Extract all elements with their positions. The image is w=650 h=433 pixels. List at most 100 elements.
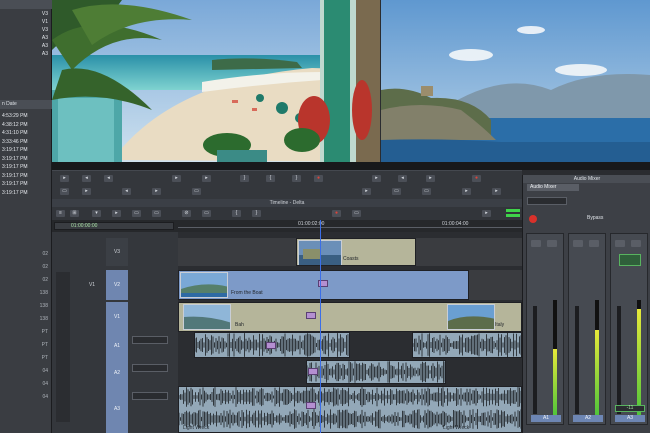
bin-number-row[interactable]: 04	[0, 367, 52, 375]
bin-date-row[interactable]: 4:31:10 PM	[0, 129, 52, 137]
track-label-v2[interactable]: V2	[106, 270, 128, 300]
clear-marks-button[interactable]: ▭	[60, 188, 69, 195]
tool-trim-button[interactable]: ⊘	[182, 210, 191, 217]
clip-v1[interactable]: Bah Italy	[178, 302, 522, 332]
go-out-button[interactable]: }	[292, 175, 301, 182]
tool-record-button[interactable]: ●	[332, 210, 341, 217]
record-monitor[interactable]	[381, 0, 650, 162]
tool-extract-button[interactable]: ▭	[152, 210, 161, 217]
clip-v3[interactable]: Coasts	[296, 238, 416, 266]
solo-button-a2[interactable]	[589, 240, 599, 247]
record-button[interactable]: ●	[314, 175, 323, 182]
tool-mark-out-button[interactable]: }	[252, 210, 261, 217]
fader-track-a2[interactable]	[575, 306, 579, 414]
a2-volume-box[interactable]	[132, 364, 168, 372]
mixer-tab[interactable]: Audio Mixer	[527, 184, 579, 191]
locator-marker-a3[interactable]	[306, 402, 316, 409]
pan-knob-a1[interactable]	[531, 240, 541, 247]
fader-track-a3[interactable]	[617, 306, 621, 414]
bin-number-row[interactable]: 138	[0, 302, 52, 310]
play-reverse-button[interactable]: ◂	[104, 175, 113, 182]
bin-row[interactable]: V3	[0, 26, 52, 34]
mark-out-button[interactable]: }	[240, 175, 249, 182]
bin-date-row[interactable]: 3:19:17 PM	[0, 155, 52, 163]
locator-marker-a2[interactable]	[308, 368, 318, 375]
segment-button[interactable]: ▭	[392, 188, 401, 195]
bin-number-row[interactable]: 02	[0, 276, 52, 284]
position-bar[interactable]	[52, 162, 650, 170]
record-dot-icon[interactable]	[529, 215, 537, 223]
render-button[interactable]: ▸	[462, 188, 471, 195]
bin-number-row[interactable]: 02	[0, 263, 52, 271]
bin-number-row[interactable]: PT	[0, 341, 52, 349]
tool-select-button[interactable]: ▸	[112, 210, 121, 217]
tool-lift-button[interactable]: ▭	[132, 210, 141, 217]
timecode-ruler[interactable]: 01:00:00:00 01:00:02:00 01:00:04:00	[52, 220, 522, 232]
bin-date-row[interactable]: 3:19:17 PM	[0, 172, 52, 180]
a1-volume-box[interactable]	[132, 336, 168, 344]
playhead[interactable]	[320, 220, 321, 433]
splice-button[interactable]: ▸	[372, 175, 381, 182]
timeline-tracks[interactable]: V3 V2 V1 V1 A1 A2 A3 Coasts From the Boa…	[52, 220, 522, 433]
play-button[interactable]: ▸	[172, 175, 181, 182]
track-label-v3[interactable]: V3	[106, 238, 128, 266]
track-label-v1[interactable]: V1	[106, 302, 128, 332]
trim-button[interactable]: ▸	[82, 188, 91, 195]
bin-date-row[interactable]: 3:33:46 PM	[0, 138, 52, 146]
bin-row[interactable]: V1	[0, 18, 52, 26]
track-view-button[interactable]: ≡	[56, 210, 65, 217]
zoom-button[interactable]: ⊞	[70, 210, 79, 217]
solo-button-a3[interactable]	[631, 240, 641, 247]
bypass-label[interactable]: Bypass	[587, 215, 603, 221]
next-edit-button[interactable]: ▸	[152, 188, 161, 195]
pan-knob-a3[interactable]	[615, 240, 625, 247]
bin-date-row[interactable]: 3:19:17 PM	[0, 180, 52, 188]
add-edit-button[interactable]: ▸	[362, 188, 371, 195]
overwrite-button[interactable]: ◂	[398, 175, 407, 182]
bin-number-row[interactable]: 138	[0, 315, 52, 323]
bin-number-row[interactable]: 02	[0, 250, 52, 258]
bin-number-row[interactable]: 04	[0, 380, 52, 388]
go-in-button[interactable]: {	[266, 175, 275, 182]
bin-number-row[interactable]: 138	[0, 289, 52, 297]
locator-marker-a1[interactable]	[266, 342, 276, 349]
bin-row[interactable]: V3	[0, 10, 52, 18]
match-frame-button[interactable]: ●	[472, 175, 481, 182]
bin-number-row[interactable]: PT	[0, 328, 52, 336]
tool-slip-button[interactable]: ▭	[202, 210, 211, 217]
source-monitor[interactable]	[52, 0, 380, 162]
bin-row[interactable]: A3	[0, 42, 52, 50]
clip-a2[interactable]	[306, 360, 446, 384]
source-track-v1[interactable]: V1	[82, 270, 102, 300]
tool-mark-button[interactable]: {	[232, 210, 241, 217]
lift-button[interactable]: ▸	[426, 175, 435, 182]
a3-volume-box[interactable]	[132, 392, 168, 400]
timecode-display[interactable]: 01:00:00:00	[54, 222, 174, 230]
bin-number-row[interactable]: PT	[0, 354, 52, 362]
clip-a1-b[interactable]	[412, 332, 522, 358]
prev-edit-button[interactable]: ◂	[122, 188, 131, 195]
clip-a3[interactable]: Light Wreck Light Wreck	[178, 386, 522, 433]
mixer-mode-select[interactable]	[527, 197, 567, 205]
track-label-a3[interactable]: A3	[106, 386, 128, 433]
bin-date-row[interactable]: 4:38:12 PM	[0, 121, 52, 129]
export-button[interactable]: ▸	[492, 188, 501, 195]
bin-row[interactable]: A3	[0, 50, 52, 58]
bin-number-row[interactable]: 04	[0, 393, 52, 401]
bin-date-row[interactable]: 4:53:29 PM	[0, 112, 52, 120]
pan-knob-a2[interactable]	[573, 240, 583, 247]
step-forward-button[interactable]: ▸	[202, 175, 211, 182]
track-label-a2[interactable]: A2	[106, 360, 128, 386]
solo-button-a1[interactable]	[547, 240, 557, 247]
track-label-a1[interactable]: A1	[106, 332, 128, 360]
tool-match-button[interactable]: ▭	[352, 210, 361, 217]
fader-track-a1[interactable]	[533, 306, 537, 414]
locator-marker-v1[interactable]	[306, 312, 316, 319]
quick-transition-button[interactable]: ▭	[422, 188, 431, 195]
step-back-button[interactable]: ◂	[82, 175, 91, 182]
bin-row[interactable]: A3	[0, 34, 52, 42]
bin-date-row[interactable]: 3:19:17 PM	[0, 189, 52, 197]
menu-button[interactable]: ▾	[92, 210, 101, 217]
mark-in-button[interactable]: ▸	[60, 175, 69, 182]
tool-more-button[interactable]: ▸	[482, 210, 491, 217]
